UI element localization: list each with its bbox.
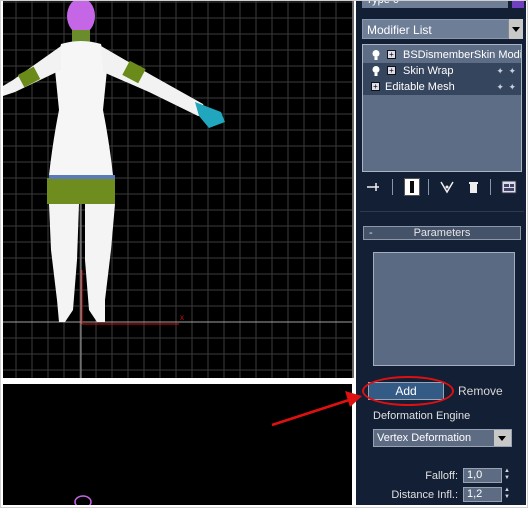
stack-item-skin-wrap[interactable]: + Skin Wrap ✦ ✦ [363,63,521,79]
viewport-front[interactable]: x [3,0,354,378]
expand-icon[interactable]: + [387,66,396,75]
configure-sets-icon[interactable] [500,178,518,196]
viewport-bottom-content [74,495,92,505]
chevron-down-icon[interactable] [508,19,523,39]
modifier-list-dropdown[interactable]: Modifier List [362,19,522,39]
remove-modifier-icon[interactable] [464,178,482,196]
viewport-bottom[interactable] [3,384,352,505]
remove-button[interactable]: Remove [456,382,518,400]
deformation-engine-select[interactable]: Vertex Deformation [373,429,512,447]
falloff-field[interactable]: 1,0 [463,468,502,483]
expand-icon[interactable]: + [387,50,396,59]
object-color-swatch[interactable] [512,0,524,8]
sparkle-icon: ✦ ✦ [496,82,517,92]
stack-item-label: Skin Wrap [403,65,454,77]
distance-influence-label: Distance Infl.: [391,489,458,501]
lightbulb-icon[interactable] [371,49,381,61]
pin-stack-icon[interactable] [364,178,382,196]
stack-item-bsdismemberskin[interactable]: + BSDismemberSkin Modifier [363,47,521,63]
lightbulb-icon[interactable] [371,65,381,77]
target-list-box[interactable] [373,252,515,366]
show-end-result-icon[interactable] [404,178,420,196]
modifier-stack[interactable]: + BSDismemberSkin Modifier + Skin Wrap ✦… [362,44,522,172]
sparkle-icon: ✦ ✦ [496,66,517,76]
stack-item-editable-mesh[interactable]: + Editable Mesh ✦ ✦ [363,79,521,95]
spinner-arrows-icon[interactable]: ▲ ▼ [503,468,511,483]
parameters-rollout-header[interactable]: - Parameters [363,226,521,240]
stack-item-label: Editable Mesh [385,81,455,93]
make-unique-icon[interactable] [438,178,456,196]
svg-text:x: x [180,313,184,322]
falloff-label: Falloff: [425,470,458,482]
distance-influence-field[interactable]: 1,2 [463,487,502,502]
stack-toolbar [362,176,522,198]
chevron-down-icon[interactable] [494,430,511,446]
deformation-engine-label: Deformation Engine [373,410,471,422]
rollout-title: Parameters [413,227,471,239]
annotation-ellipse [362,376,454,406]
viewport-grid: x [3,0,352,378]
expand-icon[interactable]: + [371,82,380,91]
stack-item-label: BSDismemberSkin Modifier [403,49,522,61]
panel-divider [360,211,524,212]
spinner-arrows-icon[interactable]: ▲ ▼ [503,487,511,502]
object-type-field[interactable]: Type 0 [362,0,508,8]
